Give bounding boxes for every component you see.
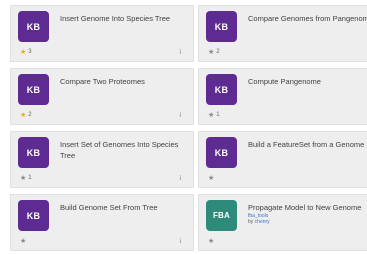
author-line: by chenry [248,219,270,225]
star-rating[interactable]: ★ 1 [20,175,32,182]
app-card-build-featureset-from-genome[interactable]: KB Build a FeatureSet from a Genome ★ i [198,131,367,188]
app-card-compare-two-proteomes[interactable]: KB Compare Two Proteomes ★ 2 i [10,68,194,125]
star-icon[interactable]: ★ [208,175,214,182]
star-rating[interactable]: ★ 2 [20,112,32,119]
app-card-insert-set-of-genomes-into-species-tree[interactable]: KB Insert Set of Genomes Into Species Tr… [10,131,194,188]
star-rating[interactable]: ★ [208,238,216,245]
info-icon[interactable]: i [179,238,181,245]
app-card-compute-pangenome[interactable]: KB Compute Pangenome ★ 1 i [198,68,367,125]
star-rating[interactable]: ★ 2 [208,49,220,56]
app-catalog-grid: KB Insert Genome Into Species Tree ★ 3 i… [0,0,367,254]
star-rating[interactable]: ★ 1 [208,112,220,119]
star-count: 2 [28,112,32,118]
app-title: Compute Pangenome [248,77,321,86]
star-count: 1 [28,175,32,181]
star-icon[interactable]: ★ [20,112,26,119]
star-rating[interactable]: ★ 3 [20,49,32,56]
star-icon[interactable]: ★ [20,175,26,182]
info-icon[interactable]: i [179,49,181,56]
kb-app-icon: KB [18,137,49,168]
app-title: Build Genome Set From Tree [60,203,158,212]
app-title: Build a FeatureSet from a Genome [248,140,365,149]
app-card-insert-genome-into-species-tree[interactable]: KB Insert Genome Into Species Tree ★ 3 i [10,5,194,62]
kb-app-icon: KB [206,137,237,168]
kb-app-icon: KB [206,11,237,42]
star-rating[interactable]: ★ [208,175,216,182]
star-icon[interactable]: ★ [20,49,26,56]
app-title: Propagate Model to New Genome [248,203,362,212]
star-rating[interactable]: ★ [20,238,28,245]
app-card-propagate-model-to-new-genome[interactable]: FBA Propagate Model to New Genome fba_to… [198,194,367,251]
kb-app-icon: KB [18,200,49,231]
star-icon[interactable]: ★ [208,238,214,245]
info-icon[interactable]: i [179,112,181,119]
app-card-build-genome-set-from-tree[interactable]: KB Build Genome Set From Tree ★ i [10,194,194,251]
author-prefix: by [248,219,254,225]
star-icon[interactable]: ★ [20,238,26,245]
app-card-compare-genomes-from-pangenome[interactable]: KB Compare Genomes from Pangenome ★ 2 i [198,5,367,62]
star-count: 3 [28,49,32,55]
app-title: Insert Set of Genomes Into Species Tree [60,140,179,160]
fba-app-icon: FBA [206,200,237,231]
star-count: 2 [216,49,220,55]
app-title: Compare Genomes from Pangenome [248,14,367,23]
kb-app-icon: KB [206,74,237,105]
kb-app-icon: KB [18,11,49,42]
author-link[interactable]: chenry [255,219,270,225]
info-icon[interactable]: i [179,175,181,182]
star-icon[interactable]: ★ [208,49,214,56]
star-count: 1 [216,112,220,118]
star-icon[interactable]: ★ [208,112,214,119]
kb-app-icon: KB [18,74,49,105]
app-title: Compare Two Proteomes [60,77,145,86]
app-title: Insert Genome Into Species Tree [60,14,171,23]
